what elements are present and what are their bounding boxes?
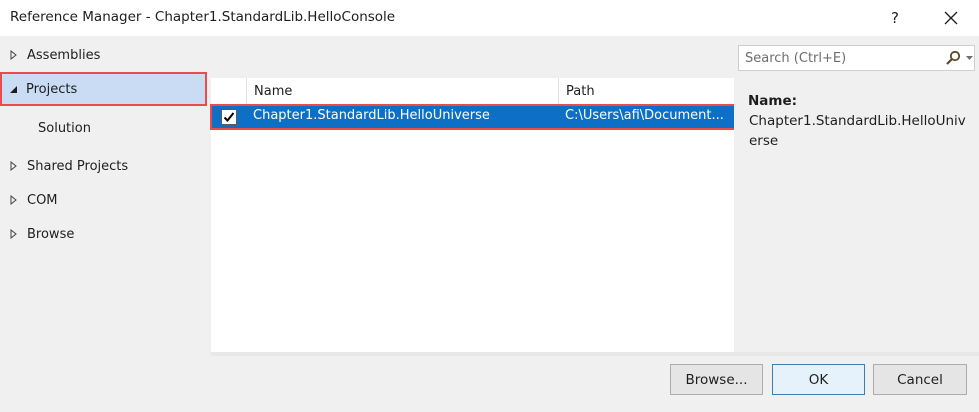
nav-item-label: Browse bbox=[27, 226, 75, 242]
ok-button[interactable]: OK bbox=[772, 364, 865, 395]
table-row[interactable]: Chapter1.StandardLib.HelloUniverse C:\Us… bbox=[210, 104, 736, 130]
nav-item-projects[interactable]: Projects bbox=[0, 72, 207, 106]
column-header-name[interactable]: Name bbox=[247, 78, 559, 105]
help-button[interactable]: ? bbox=[881, 6, 909, 30]
detail-name-value: Chapter1.StandardLib.HelloUniverse bbox=[749, 113, 966, 149]
window-title: Reference Manager - Chapter1.StandardLib… bbox=[10, 9, 396, 25]
triangle-right-icon bbox=[10, 229, 20, 239]
include-checkbox[interactable] bbox=[221, 109, 237, 125]
chevron-down-icon[interactable] bbox=[966, 56, 973, 61]
row-path-cell: C:\Users\afi\Document... bbox=[565, 108, 724, 123]
search-box[interactable] bbox=[738, 45, 975, 71]
project-list: Name Path Chapter1.StandardLib.HelloUniv… bbox=[210, 78, 736, 352]
nav-item-label: Assemblies bbox=[27, 47, 101, 63]
close-icon bbox=[944, 11, 958, 25]
nav-item-assemblies[interactable]: Assemblies bbox=[0, 40, 211, 70]
triangle-down-icon bbox=[9, 85, 19, 94]
triangle-right-icon bbox=[10, 161, 20, 171]
column-header-check[interactable] bbox=[211, 78, 247, 105]
title-bar: Reference Manager - Chapter1.StandardLib… bbox=[0, 0, 979, 36]
search-input[interactable] bbox=[745, 49, 935, 67]
nav-item-com[interactable]: COM bbox=[0, 185, 211, 215]
nav-item-label: COM bbox=[27, 192, 58, 208]
details-pane: Name: Chapter1.StandardLib.HelloUniverse bbox=[734, 36, 979, 352]
grid-header: Name Path bbox=[211, 78, 734, 105]
close-button[interactable] bbox=[937, 6, 965, 30]
nav-item-browse[interactable]: Browse bbox=[0, 219, 211, 249]
checkmark-icon bbox=[223, 112, 235, 122]
footer: Browse... OK Cancel bbox=[0, 352, 979, 412]
help-icon: ? bbox=[891, 9, 899, 27]
nav-item-solution[interactable]: Solution bbox=[0, 113, 211, 143]
detail-name-label: Name: bbox=[748, 93, 798, 109]
row-name-cell: Chapter1.StandardLib.HelloUniverse bbox=[253, 108, 490, 123]
triangle-right-icon bbox=[10, 195, 20, 205]
divider bbox=[211, 352, 979, 356]
cancel-button[interactable]: Cancel bbox=[873, 364, 967, 395]
triangle-right-icon bbox=[10, 50, 20, 60]
nav-item-label: Solution bbox=[38, 120, 91, 136]
column-header-path[interactable]: Path bbox=[559, 78, 734, 105]
nav-item-shared-projects[interactable]: Shared Projects bbox=[0, 151, 211, 181]
browse-button[interactable]: Browse... bbox=[670, 364, 763, 395]
nav-item-label: Shared Projects bbox=[27, 158, 129, 174]
nav-item-label: Projects bbox=[26, 81, 78, 97]
search-icon[interactable] bbox=[945, 50, 961, 66]
